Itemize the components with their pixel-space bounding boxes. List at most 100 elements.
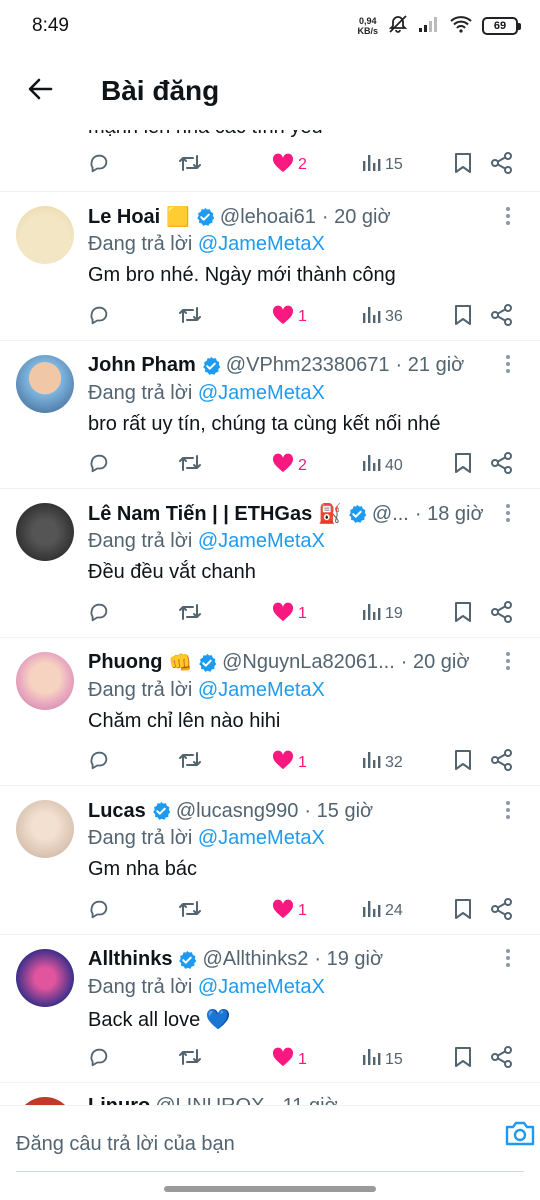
- tweet[interactable]: Allthinks @Allthinks2 · 19 giờ Đang trả …: [0, 935, 540, 1083]
- tweet-partial-bottom[interactable]: Linuro @LINUROX · 11 giờ: [0, 1083, 540, 1105]
- avatar[interactable]: [16, 1097, 74, 1105]
- tweet[interactable]: Lucas @lucasng990 · 15 giờ Đang trả lời …: [0, 786, 540, 935]
- back-button[interactable]: [0, 52, 80, 130]
- reply-button[interactable]: [88, 304, 110, 330]
- mention-link[interactable]: @JameMetaX: [198, 827, 325, 849]
- more-options-button[interactable]: [498, 355, 518, 379]
- views-button[interactable]: 36: [361, 304, 403, 330]
- like-button[interactable]: 2: [272, 152, 307, 178]
- views-button[interactable]: 19: [361, 601, 403, 627]
- avatar[interactable]: [16, 651, 74, 710]
- share-button[interactable]: [491, 600, 513, 628]
- handle[interactable]: @NguynLa82061...: [222, 651, 395, 674]
- more-options-button[interactable]: [498, 652, 518, 676]
- more-vertical-icon: [505, 354, 511, 379]
- camera-button[interactable]: [504, 1118, 538, 1148]
- handle[interactable]: @LINUROX: [155, 1095, 264, 1106]
- reply-button[interactable]: [88, 601, 110, 627]
- like-button[interactable]: 1: [272, 601, 307, 627]
- retweet-button[interactable]: [177, 304, 203, 330]
- display-name[interactable]: Allthinks: [88, 948, 172, 971]
- tweet-partial-top[interactable]: mạnh lên nha các tình yêu 2 15: [0, 130, 540, 192]
- reply-button[interactable]: [88, 898, 110, 924]
- tweet[interactable]: Phuong 👊 @NguynLa82061... · 20 giờ Đang …: [0, 638, 540, 786]
- reply-button[interactable]: [88, 152, 110, 178]
- camera-icon: [504, 1121, 536, 1152]
- retweet-button[interactable]: [177, 152, 203, 178]
- home-indicator[interactable]: [164, 1186, 376, 1192]
- retweet-button[interactable]: [177, 750, 203, 776]
- reply-button[interactable]: [88, 1047, 110, 1073]
- avatar[interactable]: [16, 800, 74, 858]
- reply-button[interactable]: [88, 750, 110, 776]
- tweet-header: John Pham @VPhm23380671 · 21 giờ: [88, 353, 496, 379]
- tweet[interactable]: John Pham @VPhm23380671 · 21 giờ Đang tr…: [0, 341, 540, 489]
- share-button[interactable]: [491, 1046, 513, 1073]
- retweet-button[interactable]: [177, 453, 203, 479]
- display-name[interactable]: Lê Nam Tiến | | ETHGas: [88, 503, 312, 526]
- like-button[interactable]: 1: [272, 304, 307, 330]
- mention-link[interactable]: @JameMetaX: [198, 976, 325, 998]
- bookmark-button[interactable]: [453, 898, 473, 924]
- view-count: 40: [385, 456, 403, 474]
- retweet-button[interactable]: [177, 1047, 203, 1073]
- more-options-button[interactable]: [498, 949, 518, 973]
- mention-link[interactable]: @JameMetaX: [198, 530, 325, 552]
- views-button[interactable]: 24: [361, 898, 403, 924]
- tweet[interactable]: Lê Nam Tiến | | ETHGas ⛽ @... · 18 giờ Đ…: [0, 489, 540, 638]
- share-button[interactable]: [491, 897, 513, 924]
- mention-link[interactable]: @JameMetaX: [198, 233, 325, 255]
- bookmark-button[interactable]: [453, 304, 473, 330]
- like-button[interactable]: 1: [272, 750, 307, 776]
- more-options-button[interactable]: [498, 503, 518, 527]
- more-options-button[interactable]: [498, 800, 518, 824]
- reply-icon: [88, 898, 110, 925]
- handle[interactable]: @...: [372, 503, 409, 526]
- bookmark-icon: [453, 304, 473, 331]
- display-name[interactable]: Phuong: [88, 651, 162, 674]
- reply-icon: [88, 1046, 110, 1073]
- display-name[interactable]: Linuro: [88, 1095, 150, 1106]
- views-button[interactable]: 40: [361, 453, 403, 479]
- replies-feed[interactable]: mạnh lên nha các tình yêu 2 15 Le Hoai 🟨…: [0, 130, 540, 1105]
- handle[interactable]: @VPhm23380671: [226, 354, 390, 377]
- share-icon: [491, 600, 513, 628]
- handle[interactable]: @lehoai61: [220, 206, 316, 229]
- views-icon: [361, 1047, 381, 1072]
- share-button[interactable]: [491, 303, 513, 330]
- like-button[interactable]: 1: [272, 1047, 307, 1073]
- views-button[interactable]: 15: [361, 152, 403, 178]
- display-name[interactable]: Le Hoai: [88, 206, 160, 229]
- mention-link[interactable]: @JameMetaX: [198, 679, 325, 701]
- view-count: 15: [385, 1050, 403, 1068]
- tweet[interactable]: Le Hoai 🟨 @lehoai61 · 20 giờ Đang trả lờ…: [0, 192, 540, 341]
- more-options-button[interactable]: [498, 206, 518, 230]
- avatar[interactable]: [16, 503, 74, 561]
- avatar[interactable]: [16, 206, 74, 264]
- share-button[interactable]: [491, 749, 513, 776]
- share-button[interactable]: [491, 452, 513, 479]
- replying-to: Đang trả lời @JameMetaX: [88, 678, 325, 701]
- display-name[interactable]: John Pham: [88, 354, 196, 377]
- bookmark-button[interactable]: [453, 152, 473, 178]
- handle[interactable]: @Allthinks2: [202, 948, 308, 971]
- views-button[interactable]: 15: [361, 1047, 403, 1073]
- bookmark-button[interactable]: [453, 453, 473, 479]
- retweet-button[interactable]: [177, 601, 203, 627]
- mention-link[interactable]: @JameMetaX: [198, 382, 325, 404]
- share-button[interactable]: [491, 151, 513, 178]
- bookmark-button[interactable]: [453, 1047, 473, 1073]
- like-button[interactable]: 1: [272, 898, 307, 924]
- reply-button[interactable]: [88, 453, 110, 479]
- like-button[interactable]: 2: [272, 453, 307, 479]
- reply-input[interactable]: Đăng câu trả lời của bạn: [16, 1118, 524, 1172]
- views-button[interactable]: 32: [361, 750, 403, 776]
- avatar[interactable]: [16, 948, 74, 1007]
- avatar[interactable]: [16, 354, 74, 413]
- handle[interactable]: @lucasng990: [176, 800, 299, 823]
- display-name[interactable]: Lucas: [88, 800, 146, 823]
- bookmark-button[interactable]: [453, 601, 473, 627]
- retweet-button[interactable]: [177, 898, 203, 924]
- bookmark-button[interactable]: [453, 750, 473, 776]
- name-emoji: 🟨: [166, 207, 190, 228]
